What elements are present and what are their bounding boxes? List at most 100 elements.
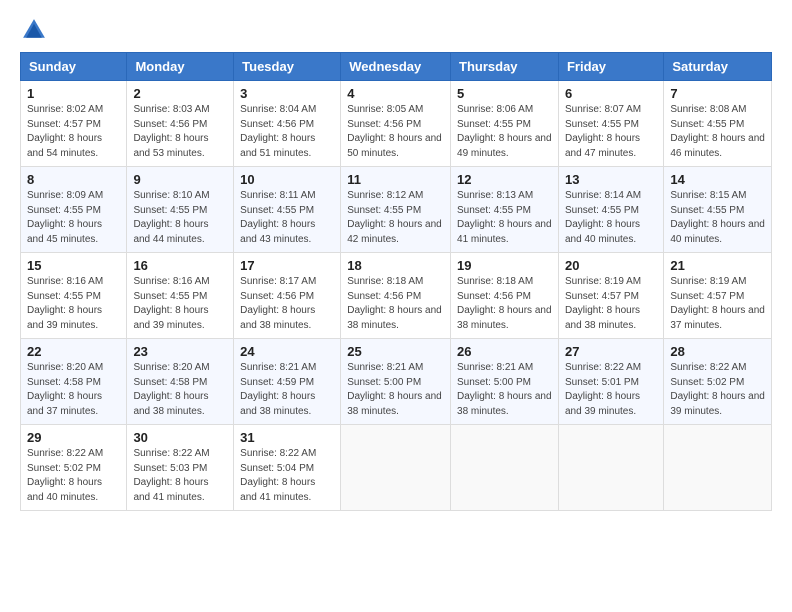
- day-number: 26: [457, 344, 552, 359]
- day-info: Sunrise: 8:04 AMSunset: 4:56 PMDaylight:…: [240, 103, 334, 161]
- day-header-wednesday: Wednesday: [341, 53, 451, 81]
- day-header-monday: Monday: [127, 53, 234, 81]
- calendar-cell: 30 Sunrise: 8:22 AMSunset: 5:03 PMDayligh…: [127, 425, 234, 511]
- calendar-cell: 9 Sunrise: 8:10 AMSunset: 4:55 PMDaylight…: [127, 167, 234, 253]
- calendar-cell: 17 Sunrise: 8:17 AMSunset: 4:56 PMDayligh…: [234, 253, 341, 339]
- page-header: [20, 16, 772, 44]
- day-info: Sunrise: 8:12 AMSunset: 4:55 PMDaylight:…: [347, 189, 444, 247]
- day-number: 8: [27, 172, 120, 187]
- day-info: Sunrise: 8:16 AMSunset: 4:55 PMDaylight:…: [133, 275, 227, 333]
- day-info: Sunrise: 8:22 AMSunset: 5:02 PMDaylight:…: [670, 361, 765, 419]
- day-info: Sunrise: 8:02 AMSunset: 4:57 PMDaylight:…: [27, 103, 120, 161]
- calendar-cell: 18 Sunrise: 8:18 AMSunset: 4:56 PMDayligh…: [341, 253, 451, 339]
- day-info: Sunrise: 8:11 AMSunset: 4:55 PMDaylight:…: [240, 189, 334, 247]
- day-number: 17: [240, 258, 334, 273]
- calendar-cell: [558, 425, 663, 511]
- day-info: Sunrise: 8:06 AMSunset: 4:55 PMDaylight:…: [457, 103, 552, 161]
- day-number: 31: [240, 430, 334, 445]
- day-number: 9: [133, 172, 227, 187]
- day-info: Sunrise: 8:21 AMSunset: 5:00 PMDaylight:…: [457, 361, 552, 419]
- day-info: Sunrise: 8:21 AMSunset: 4:59 PMDaylight:…: [240, 361, 334, 419]
- calendar-cell: [341, 425, 451, 511]
- day-info: Sunrise: 8:22 AMSunset: 5:02 PMDaylight:…: [27, 447, 120, 505]
- calendar-cell: 4Sunrise: 8:05 AMSunset: 4:56 PMDaylight…: [341, 81, 451, 167]
- day-number: 15: [27, 258, 120, 273]
- day-number: 12: [457, 172, 552, 187]
- calendar-week-row: 15 Sunrise: 8:16 AMSunset: 4:55 PMDayligh…: [21, 253, 772, 339]
- calendar-cell: [664, 425, 772, 511]
- day-info: Sunrise: 8:08 AMSunset: 4:55 PMDaylight:…: [670, 103, 765, 161]
- day-number: 27: [565, 344, 657, 359]
- day-number: 19: [457, 258, 552, 273]
- day-number: 5: [457, 86, 552, 101]
- calendar-cell: 21Sunrise: 8:19 AMSunset: 4:57 PMDayligh…: [664, 253, 772, 339]
- day-number: 25: [347, 344, 444, 359]
- day-number: 1: [27, 86, 120, 101]
- calendar-cell: 13 Sunrise: 8:14 AMSunset: 4:55 PMDayligh…: [558, 167, 663, 253]
- calendar-header-row: SundayMondayTuesdayWednesdayThursdayFrid…: [21, 53, 772, 81]
- calendar-cell: 7 Sunrise: 8:08 AMSunset: 4:55 PMDaylight…: [664, 81, 772, 167]
- calendar-cell: 26 Sunrise: 8:21 AMSunset: 5:00 PMDayligh…: [451, 339, 559, 425]
- calendar-cell: 8 Sunrise: 8:09 AMSunset: 4:55 PMDaylight…: [21, 167, 127, 253]
- day-info: Sunrise: 8:19 AMSunset: 4:57 PMDaylight:…: [565, 275, 657, 333]
- day-number: 13: [565, 172, 657, 187]
- day-info: Sunrise: 8:15 AMSunset: 4:55 PMDaylight:…: [670, 189, 765, 247]
- day-info: Sunrise: 8:09 AMSunset: 4:55 PMDaylight:…: [27, 189, 120, 247]
- logo-icon: [20, 16, 48, 44]
- day-header-sunday: Sunday: [21, 53, 127, 81]
- day-number: 7: [670, 86, 765, 101]
- day-number: 22: [27, 344, 120, 359]
- day-info: Sunrise: 8:19 AMSunset: 4:57 PMDaylight:…: [670, 275, 765, 333]
- day-number: 23: [133, 344, 227, 359]
- calendar-week-row: 29 Sunrise: 8:22 AMSunset: 5:02 PMDayligh…: [21, 425, 772, 511]
- day-info: Sunrise: 8:20 AMSunset: 4:58 PMDaylight:…: [27, 361, 120, 419]
- day-header-friday: Friday: [558, 53, 663, 81]
- calendar-cell: 11 Sunrise: 8:12 AMSunset: 4:55 PMDayligh…: [341, 167, 451, 253]
- calendar-table: SundayMondayTuesdayWednesdayThursdayFrid…: [20, 52, 772, 511]
- calendar-cell: 25 Sunrise: 8:21 AMSunset: 5:00 PMDayligh…: [341, 339, 451, 425]
- calendar-cell: 12 Sunrise: 8:13 AMSunset: 4:55 PMDayligh…: [451, 167, 559, 253]
- calendar-cell: 15 Sunrise: 8:16 AMSunset: 4:55 PMDayligh…: [21, 253, 127, 339]
- day-info: Sunrise: 8:18 AMSunset: 4:56 PMDaylight:…: [347, 275, 444, 333]
- calendar-cell: 22 Sunrise: 8:20 AMSunset: 4:58 PMDayligh…: [21, 339, 127, 425]
- calendar-cell: 28Sunrise: 8:22 AMSunset: 5:02 PMDayligh…: [664, 339, 772, 425]
- day-info: Sunrise: 8:22 AMSunset: 5:03 PMDaylight:…: [133, 447, 227, 505]
- day-info: Sunrise: 8:16 AMSunset: 4:55 PMDaylight:…: [27, 275, 120, 333]
- day-number: 30: [133, 430, 227, 445]
- day-number: 11: [347, 172, 444, 187]
- day-info: Sunrise: 8:22 AMSunset: 5:01 PMDaylight:…: [565, 361, 657, 419]
- day-number: 29: [27, 430, 120, 445]
- day-info: Sunrise: 8:17 AMSunset: 4:56 PMDaylight:…: [240, 275, 334, 333]
- calendar-cell: 14 Sunrise: 8:15 AMSunset: 4:55 PMDayligh…: [664, 167, 772, 253]
- day-number: 20: [565, 258, 657, 273]
- day-header-saturday: Saturday: [664, 53, 772, 81]
- calendar-cell: 20 Sunrise: 8:19 AMSunset: 4:57 PMDayligh…: [558, 253, 663, 339]
- day-info: Sunrise: 8:18 AMSunset: 4:56 PMDaylight:…: [457, 275, 552, 333]
- calendar-cell: 5 Sunrise: 8:06 AMSunset: 4:55 PMDaylight…: [451, 81, 559, 167]
- day-number: 3: [240, 86, 334, 101]
- calendar-cell: 19 Sunrise: 8:18 AMSunset: 4:56 PMDayligh…: [451, 253, 559, 339]
- day-number: 14: [670, 172, 765, 187]
- day-number: 4: [347, 86, 444, 101]
- calendar-cell: 31 Sunrise: 8:22 AMSunset: 5:04 PMDayligh…: [234, 425, 341, 511]
- day-info: Sunrise: 8:10 AMSunset: 4:55 PMDaylight:…: [133, 189, 227, 247]
- day-info: Sunrise: 8:07 AMSunset: 4:55 PMDaylight:…: [565, 103, 657, 161]
- calendar-body: 1 Sunrise: 8:02 AMSunset: 4:57 PMDaylight…: [21, 81, 772, 511]
- calendar-week-row: 8 Sunrise: 8:09 AMSunset: 4:55 PMDaylight…: [21, 167, 772, 253]
- day-info: Sunrise: 8:13 AMSunset: 4:55 PMDaylight:…: [457, 189, 552, 247]
- day-header-thursday: Thursday: [451, 53, 559, 81]
- day-info: Sunrise: 8:21 AMSunset: 5:00 PMDaylight:…: [347, 361, 444, 419]
- day-number: 2: [133, 86, 227, 101]
- calendar-week-row: 22 Sunrise: 8:20 AMSunset: 4:58 PMDayligh…: [21, 339, 772, 425]
- day-info: Sunrise: 8:22 AMSunset: 5:04 PMDaylight:…: [240, 447, 334, 505]
- calendar-cell: 1 Sunrise: 8:02 AMSunset: 4:57 PMDaylight…: [21, 81, 127, 167]
- calendar-cell: 27 Sunrise: 8:22 AMSunset: 5:01 PMDayligh…: [558, 339, 663, 425]
- calendar-cell: 24Sunrise: 8:21 AMSunset: 4:59 PMDayligh…: [234, 339, 341, 425]
- day-info: Sunrise: 8:20 AMSunset: 4:58 PMDaylight:…: [133, 361, 227, 419]
- day-info: Sunrise: 8:14 AMSunset: 4:55 PMDaylight:…: [565, 189, 657, 247]
- calendar-cell: 3 Sunrise: 8:04 AMSunset: 4:56 PMDaylight…: [234, 81, 341, 167]
- calendar-cell: 16Sunrise: 8:16 AMSunset: 4:55 PMDayligh…: [127, 253, 234, 339]
- day-number: 18: [347, 258, 444, 273]
- calendar-week-row: 1 Sunrise: 8:02 AMSunset: 4:57 PMDaylight…: [21, 81, 772, 167]
- day-header-tuesday: Tuesday: [234, 53, 341, 81]
